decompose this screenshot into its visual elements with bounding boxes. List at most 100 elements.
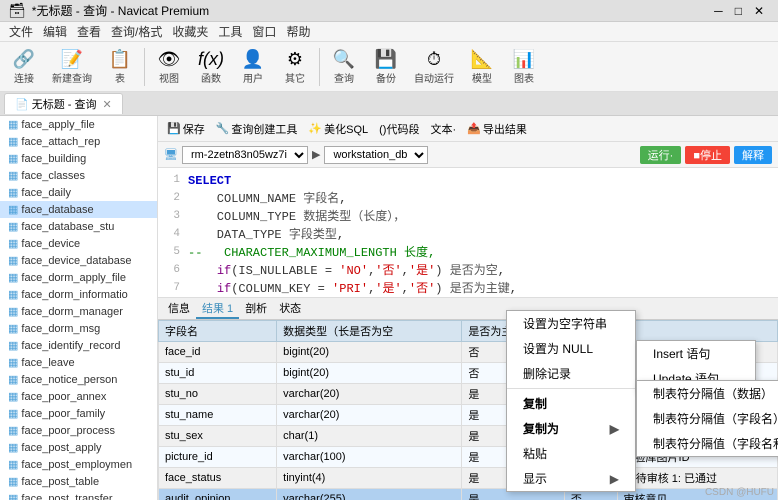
db-select[interactable]: workstation_db — [324, 146, 428, 164]
sidebar-item[interactable]: ▦face_post_table — [0, 473, 157, 490]
sidebar-item[interactable]: ▦face_daily — [0, 184, 157, 201]
submenu-tab-both[interactable]: 制表符分隔值（字段名和数据） — [637, 431, 778, 456]
sidebar-item[interactable]: ▦face_dorm_msg — [0, 320, 157, 337]
maximize-btn[interactable]: □ — [729, 4, 748, 18]
sidebar-item[interactable]: ▦face_dorm_apply_file — [0, 269, 157, 286]
submenu-arrow: ▶ — [610, 422, 619, 436]
submenu-display: 制表符分隔值（数据） 制表符分隔值（字段名） 制表符分隔值（字段名和数据） — [636, 380, 778, 457]
results-tabs: 信息 结果 1 剖析 状态 — [158, 298, 778, 320]
ctx-display[interactable]: 显示 ▶ — [507, 466, 635, 491]
chart-btn[interactable]: 📊 图表 — [504, 47, 544, 87]
sidebar-item[interactable]: ▦face_poor_process — [0, 422, 157, 439]
func-label: 函数 — [201, 70, 221, 85]
close-btn[interactable]: ✕ — [748, 4, 770, 18]
menu-query[interactable]: 查询/格式 — [108, 22, 165, 41]
view-btn[interactable]: 👁 视图 — [149, 47, 189, 87]
display-arrow: ▶ — [610, 472, 619, 486]
backup-label: 备份 — [376, 70, 396, 85]
sidebar-item[interactable]: ▦face_leave — [0, 354, 157, 371]
sidebar-item[interactable]: ▦face_device — [0, 235, 157, 252]
ctx-set-empty[interactable]: 设置为空字符串 — [507, 311, 635, 336]
ctx-copy[interactable]: 复制 — [507, 391, 635, 416]
toolbar-sep-1 — [144, 48, 145, 86]
sql-editor[interactable]: 1SELECT 2 COLUMN_NAME 字段名, 3 COLUMN_TYPE… — [158, 168, 778, 298]
autorun-btn[interactable]: ⏱ 自动运行 — [408, 47, 460, 87]
menu-edit[interactable]: 编辑 — [40, 22, 70, 41]
tab-info[interactable]: 信息 — [162, 299, 196, 319]
sidebar-item[interactable]: ▦face_notice_person — [0, 371, 157, 388]
query-icon: 🔍 — [333, 49, 355, 70]
sidebar-item[interactable]: ▦face_building — [0, 150, 157, 167]
table-icon: ▦ — [8, 271, 18, 284]
func-btn[interactable]: f(x) 函数 — [191, 47, 231, 87]
sidebar-item[interactable]: ▦face_dorm_manager — [0, 303, 157, 320]
watermark: CSDN @HUFU — [705, 487, 774, 498]
new-query-btn[interactable]: 📝 新建查询 — [46, 47, 98, 87]
sidebar-item[interactable]: ▦face_attach_rep — [0, 133, 157, 150]
table-row[interactable]: face_statustinyint(4)是否0: 待审核 1: 已通过 — [159, 468, 778, 489]
query-builder-btn[interactable]: 🔧 查询创建工具 — [211, 120, 303, 138]
sidebar-item[interactable]: ▦face_post_employmen — [0, 456, 157, 473]
table-icon: 📋 — [109, 49, 131, 70]
tab-profile[interactable]: 剖析 — [239, 299, 273, 319]
conn-bar: 🖥 rm-2zetn83n05wz7i ▶ workstation_db 运行·… — [158, 142, 778, 168]
table-row[interactable]: audit_opinionvarchar(255)是否审核意见 — [159, 489, 778, 500]
window-icon: 🗃 — [8, 2, 26, 19]
sidebar-item[interactable]: ▦face_poor_family — [0, 405, 157, 422]
tab-result[interactable]: 结果 1 — [196, 299, 239, 319]
sidebar-item[interactable]: ▦face_device_database — [0, 252, 157, 269]
sidebar-item[interactable]: ▦face_post_transfer — [0, 490, 157, 500]
sidebar-item[interactable]: ▦face_classes — [0, 167, 157, 184]
menu-favorites[interactable]: 收藏夹 — [169, 22, 211, 41]
beautify-btn[interactable]: ✨ 美化SQL — [303, 120, 373, 138]
ctx-copy-as[interactable]: 复制为 ▶ — [507, 416, 635, 441]
sidebar-item[interactable]: ▦face_identify_record — [0, 337, 157, 354]
sidebar-item[interactable]: ▦face_poor_annex — [0, 388, 157, 405]
backup-btn[interactable]: 💾 备份 — [366, 47, 406, 87]
menu-view[interactable]: 查看 — [74, 22, 104, 41]
submenu-tab-field[interactable]: 制表符分隔值（字段名） — [637, 406, 778, 431]
query-tab[interactable]: 📄 无标题 - 查询 ✕ — [4, 93, 123, 114]
ctx-set-null[interactable]: 设置为 NULL — [507, 336, 635, 361]
table-icon: ▦ — [8, 458, 18, 471]
other-btn[interactable]: ⚙ 其它 — [275, 47, 315, 87]
table-icon: ▦ — [8, 492, 18, 500]
submenu-insert[interactable]: Insert 语句 — [637, 341, 755, 366]
ctx-paste[interactable]: 粘贴 — [507, 441, 635, 466]
model-btn[interactable]: 📐 模型 — [462, 47, 502, 87]
connect-label: 连接 — [14, 70, 34, 85]
context-menu: 设置为空字符串 设置为 NULL 删除记录 复制 复制为 ▶ 粘贴 显示 ▶ — [506, 310, 636, 492]
table-icon: ▦ — [8, 356, 18, 369]
tab-close[interactable]: ✕ — [102, 98, 111, 111]
sidebar-item[interactable]: ▦face_post_apply — [0, 439, 157, 456]
ctx-delete[interactable]: 删除记录 — [507, 361, 635, 386]
menu-window[interactable]: 窗口 — [249, 22, 279, 41]
conn-select[interactable]: rm-2zetn83n05wz7i — [182, 146, 308, 164]
menu-help[interactable]: 帮助 — [283, 22, 313, 41]
run-btn[interactable]: 运行· — [640, 146, 682, 164]
sidebar-item[interactable]: ▦face_dorm_informatio — [0, 286, 157, 303]
sidebar: ▦face_apply_file ▦face_attach_rep ▦face_… — [0, 116, 158, 500]
tab-status[interactable]: 状态 — [273, 299, 307, 319]
sidebar-item[interactable]: ▦face_database — [0, 201, 157, 218]
text-btn[interactable]: 文本· — [425, 120, 461, 138]
table-btn[interactable]: 📋 表 — [100, 47, 140, 87]
save-btn[interactable]: 💾 保存 — [162, 120, 210, 138]
col-type: 数据类型（长是否为空 — [277, 321, 462, 342]
table-icon: ▦ — [8, 373, 18, 386]
menu-tools[interactable]: 工具 — [215, 22, 245, 41]
chart-label: 图表 — [514, 70, 534, 85]
export-btn[interactable]: 📤 导出结果 — [462, 120, 532, 138]
submenu-tab-data[interactable]: 制表符分隔值（数据） — [637, 381, 778, 406]
connect-btn[interactable]: 🔗 连接 — [4, 47, 44, 87]
sidebar-item[interactable]: ▦face_apply_file — [0, 116, 157, 133]
stop-btn[interactable]: ■停止 — [685, 146, 730, 164]
explain-btn[interactable]: 解释 — [734, 146, 772, 164]
menu-file[interactable]: 文件 — [6, 22, 36, 41]
query-btn[interactable]: 🔍 查询 — [324, 47, 364, 87]
minimize-btn[interactable]: ─ — [708, 4, 729, 18]
sidebar-item[interactable]: ▦face_database_stu — [0, 218, 157, 235]
table-icon: ▦ — [8, 237, 18, 250]
snippet-btn[interactable]: ()代码段 — [374, 120, 424, 138]
user-btn[interactable]: 👤 用户 — [233, 47, 273, 87]
